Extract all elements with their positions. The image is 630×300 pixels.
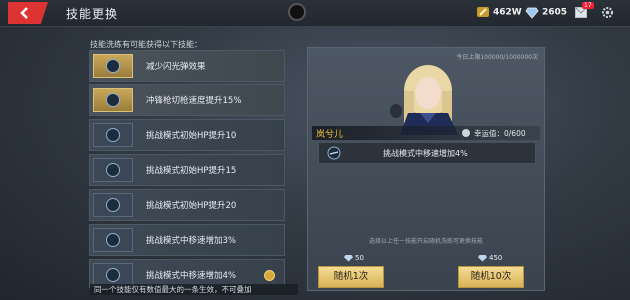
skill-orb-icon bbox=[106, 233, 120, 247]
skill-name: 挑战模式初始HP提升10 bbox=[146, 131, 237, 141]
skill-row[interactable]: 减少闪光弹效果 bbox=[89, 50, 285, 82]
draw-ten-button[interactable]: 随机10次 bbox=[458, 266, 524, 288]
page-title: 技能更换 bbox=[66, 7, 119, 21]
skill-name: 冲锋枪切枪速度提升15% bbox=[146, 96, 242, 106]
skill-row[interactable]: 挑战模式初始HP提升15 bbox=[89, 154, 285, 186]
cost-single-value: 50 bbox=[355, 254, 364, 262]
cost-ten: 450 bbox=[478, 254, 502, 262]
cost-single: 50 bbox=[344, 254, 364, 262]
skill-orb-icon bbox=[327, 146, 341, 160]
diamond-icon bbox=[344, 254, 353, 262]
footer-note: 同一个技能仅有数值最大的一条生效，不可叠加 bbox=[90, 284, 298, 295]
skill-orb-icon bbox=[106, 268, 120, 282]
gear-icon[interactable] bbox=[601, 6, 614, 19]
skill-thumb bbox=[93, 158, 133, 182]
skill-orb-icon bbox=[106, 59, 120, 73]
skill-name: 挑战模式中移速增加4% bbox=[146, 271, 236, 281]
current-skill-name: 挑战模式中移速增加4% bbox=[383, 149, 468, 158]
skill-pool-heading: 技能洗练有可能获得以下技能： bbox=[90, 40, 202, 49]
diamond-icon bbox=[478, 254, 487, 262]
gold-currency: 462W bbox=[476, 5, 522, 19]
skill-thumb bbox=[93, 88, 133, 112]
skill-name: 减少闪光弹效果 bbox=[146, 62, 206, 72]
skill-name: 挑战模式初始HP提升15 bbox=[146, 166, 237, 176]
skill-row[interactable]: 冲锋枪切枪速度提升15% bbox=[89, 84, 285, 116]
skill-orb-icon bbox=[106, 163, 120, 177]
skill-row[interactable]: 挑战模式初始HP提升20 bbox=[89, 189, 285, 221]
current-skill-row[interactable]: 挑战模式中移速增加4% bbox=[318, 142, 536, 164]
reroll-hint: 选择以上任一技能开启随机洗练可更换技能 bbox=[368, 238, 483, 245]
mail-badge: 17 bbox=[582, 2, 594, 9]
gold-amount: 462W bbox=[493, 7, 522, 18]
skill-thumb bbox=[93, 123, 133, 147]
clover-icon bbox=[462, 129, 470, 137]
gem-amount: 2605 bbox=[542, 7, 568, 18]
skill-thumb bbox=[93, 193, 133, 217]
character-portrait bbox=[390, 65, 458, 135]
gem-currency: 2605 bbox=[525, 5, 567, 19]
skill-list[interactable]: 减少闪光弹效果 冲锋枪切枪速度提升15% 挑战模式初始HP提升10 挑战模式初始… bbox=[89, 50, 285, 288]
cost-ten-value: 450 bbox=[489, 254, 503, 262]
gold-coin-icon bbox=[477, 7, 489, 17]
diamond-icon bbox=[525, 7, 539, 19]
draw-counter: 今日上限100000/1000000次 bbox=[456, 54, 538, 61]
back-button[interactable] bbox=[8, 2, 48, 24]
skill-row[interactable]: 挑战模式中移速增加3% bbox=[89, 224, 285, 256]
character-info-bar: 岚兮儿 幸运值：0/600 bbox=[312, 126, 540, 140]
skill-name: 挑战模式初始HP提升20 bbox=[146, 201, 237, 211]
top-bar: 技能更换 462W 2605 17 bbox=[0, 0, 630, 27]
skill-thumb bbox=[93, 228, 133, 252]
skill-thumb bbox=[93, 54, 133, 78]
skill-orb-icon bbox=[106, 93, 120, 107]
skill-orb-icon bbox=[106, 128, 120, 142]
luck-value: 幸运值：0/600 bbox=[474, 129, 526, 138]
character-name: 岚兮儿 bbox=[316, 130, 344, 140]
draw-once-button[interactable]: 随机1次 bbox=[318, 266, 384, 288]
gold-coin-icon bbox=[264, 270, 275, 281]
skill-orb-icon bbox=[106, 198, 120, 212]
skill-row[interactable]: 挑战模式初始HP提升10 bbox=[89, 119, 285, 151]
back-arrow-icon bbox=[20, 7, 28, 19]
skill-name: 挑战模式中移速增加3% bbox=[146, 236, 236, 246]
character-panel: 今日上限100000/1000000次 岚兮儿 幸运值：0/600 挑战模式中移… bbox=[307, 47, 545, 291]
camera-notch bbox=[288, 3, 306, 21]
